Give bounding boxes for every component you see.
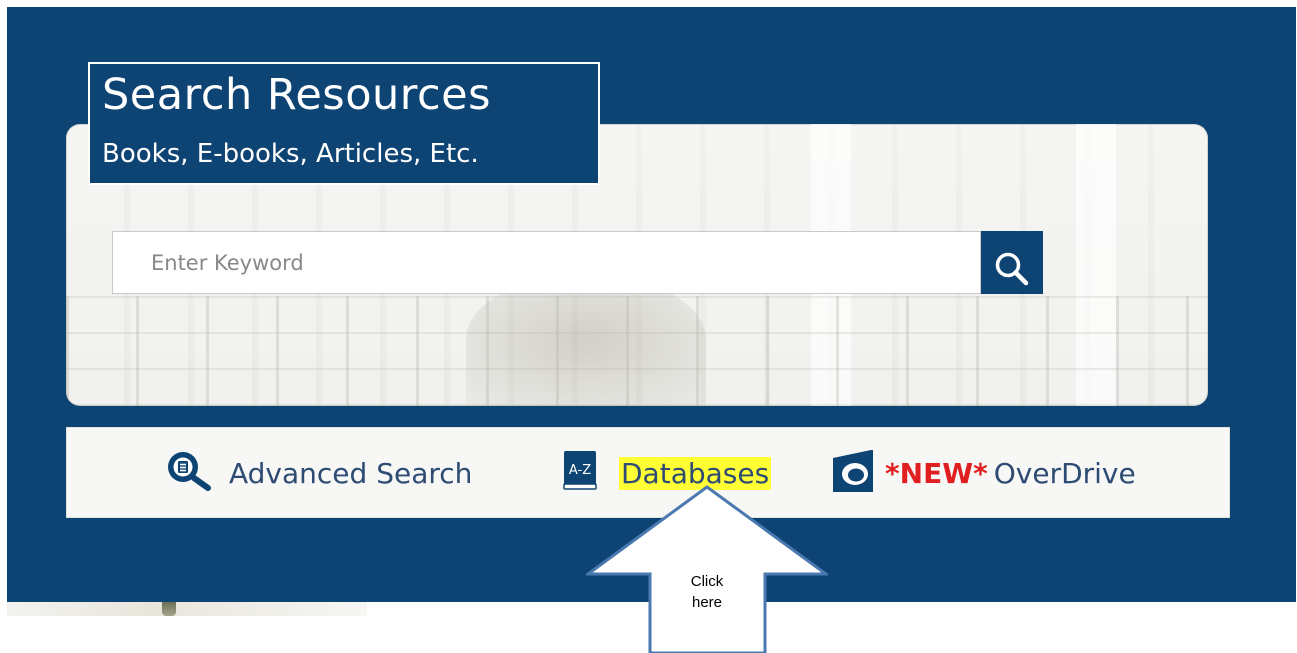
search-button[interactable] <box>981 231 1043 294</box>
background-photo <box>7 602 367 616</box>
advanced-search-icon <box>165 449 213 498</box>
overdrive-logo-icon <box>829 448 877 499</box>
title-box: Search Resources Books, E-books, Article… <box>88 62 600 185</box>
svg-text:A-Z: A-Z <box>569 463 591 478</box>
callout-text-line2: here <box>691 594 723 611</box>
page-subtitle: Books, E-books, Articles, Etc. <box>102 139 479 169</box>
click-here-arrow: Click here <box>583 485 831 653</box>
page: Search Resources Books, E-books, Article… <box>0 0 1297 653</box>
new-badge: *NEW* <box>885 456 988 490</box>
callout-text-line1: Click <box>690 573 724 590</box>
search-icon <box>995 252 1029 285</box>
card-background-windows <box>66 296 1208 406</box>
overdrive-label: OverDrive <box>993 456 1136 490</box>
advanced-search-link[interactable]: Advanced Search <box>165 451 473 494</box>
advanced-search-label: Advanced Search <box>229 456 473 490</box>
page-title: Search Resources <box>102 70 491 120</box>
overdrive-link[interactable]: *NEW* OverDrive <box>829 449 1136 494</box>
search-input[interactable] <box>112 231 981 294</box>
